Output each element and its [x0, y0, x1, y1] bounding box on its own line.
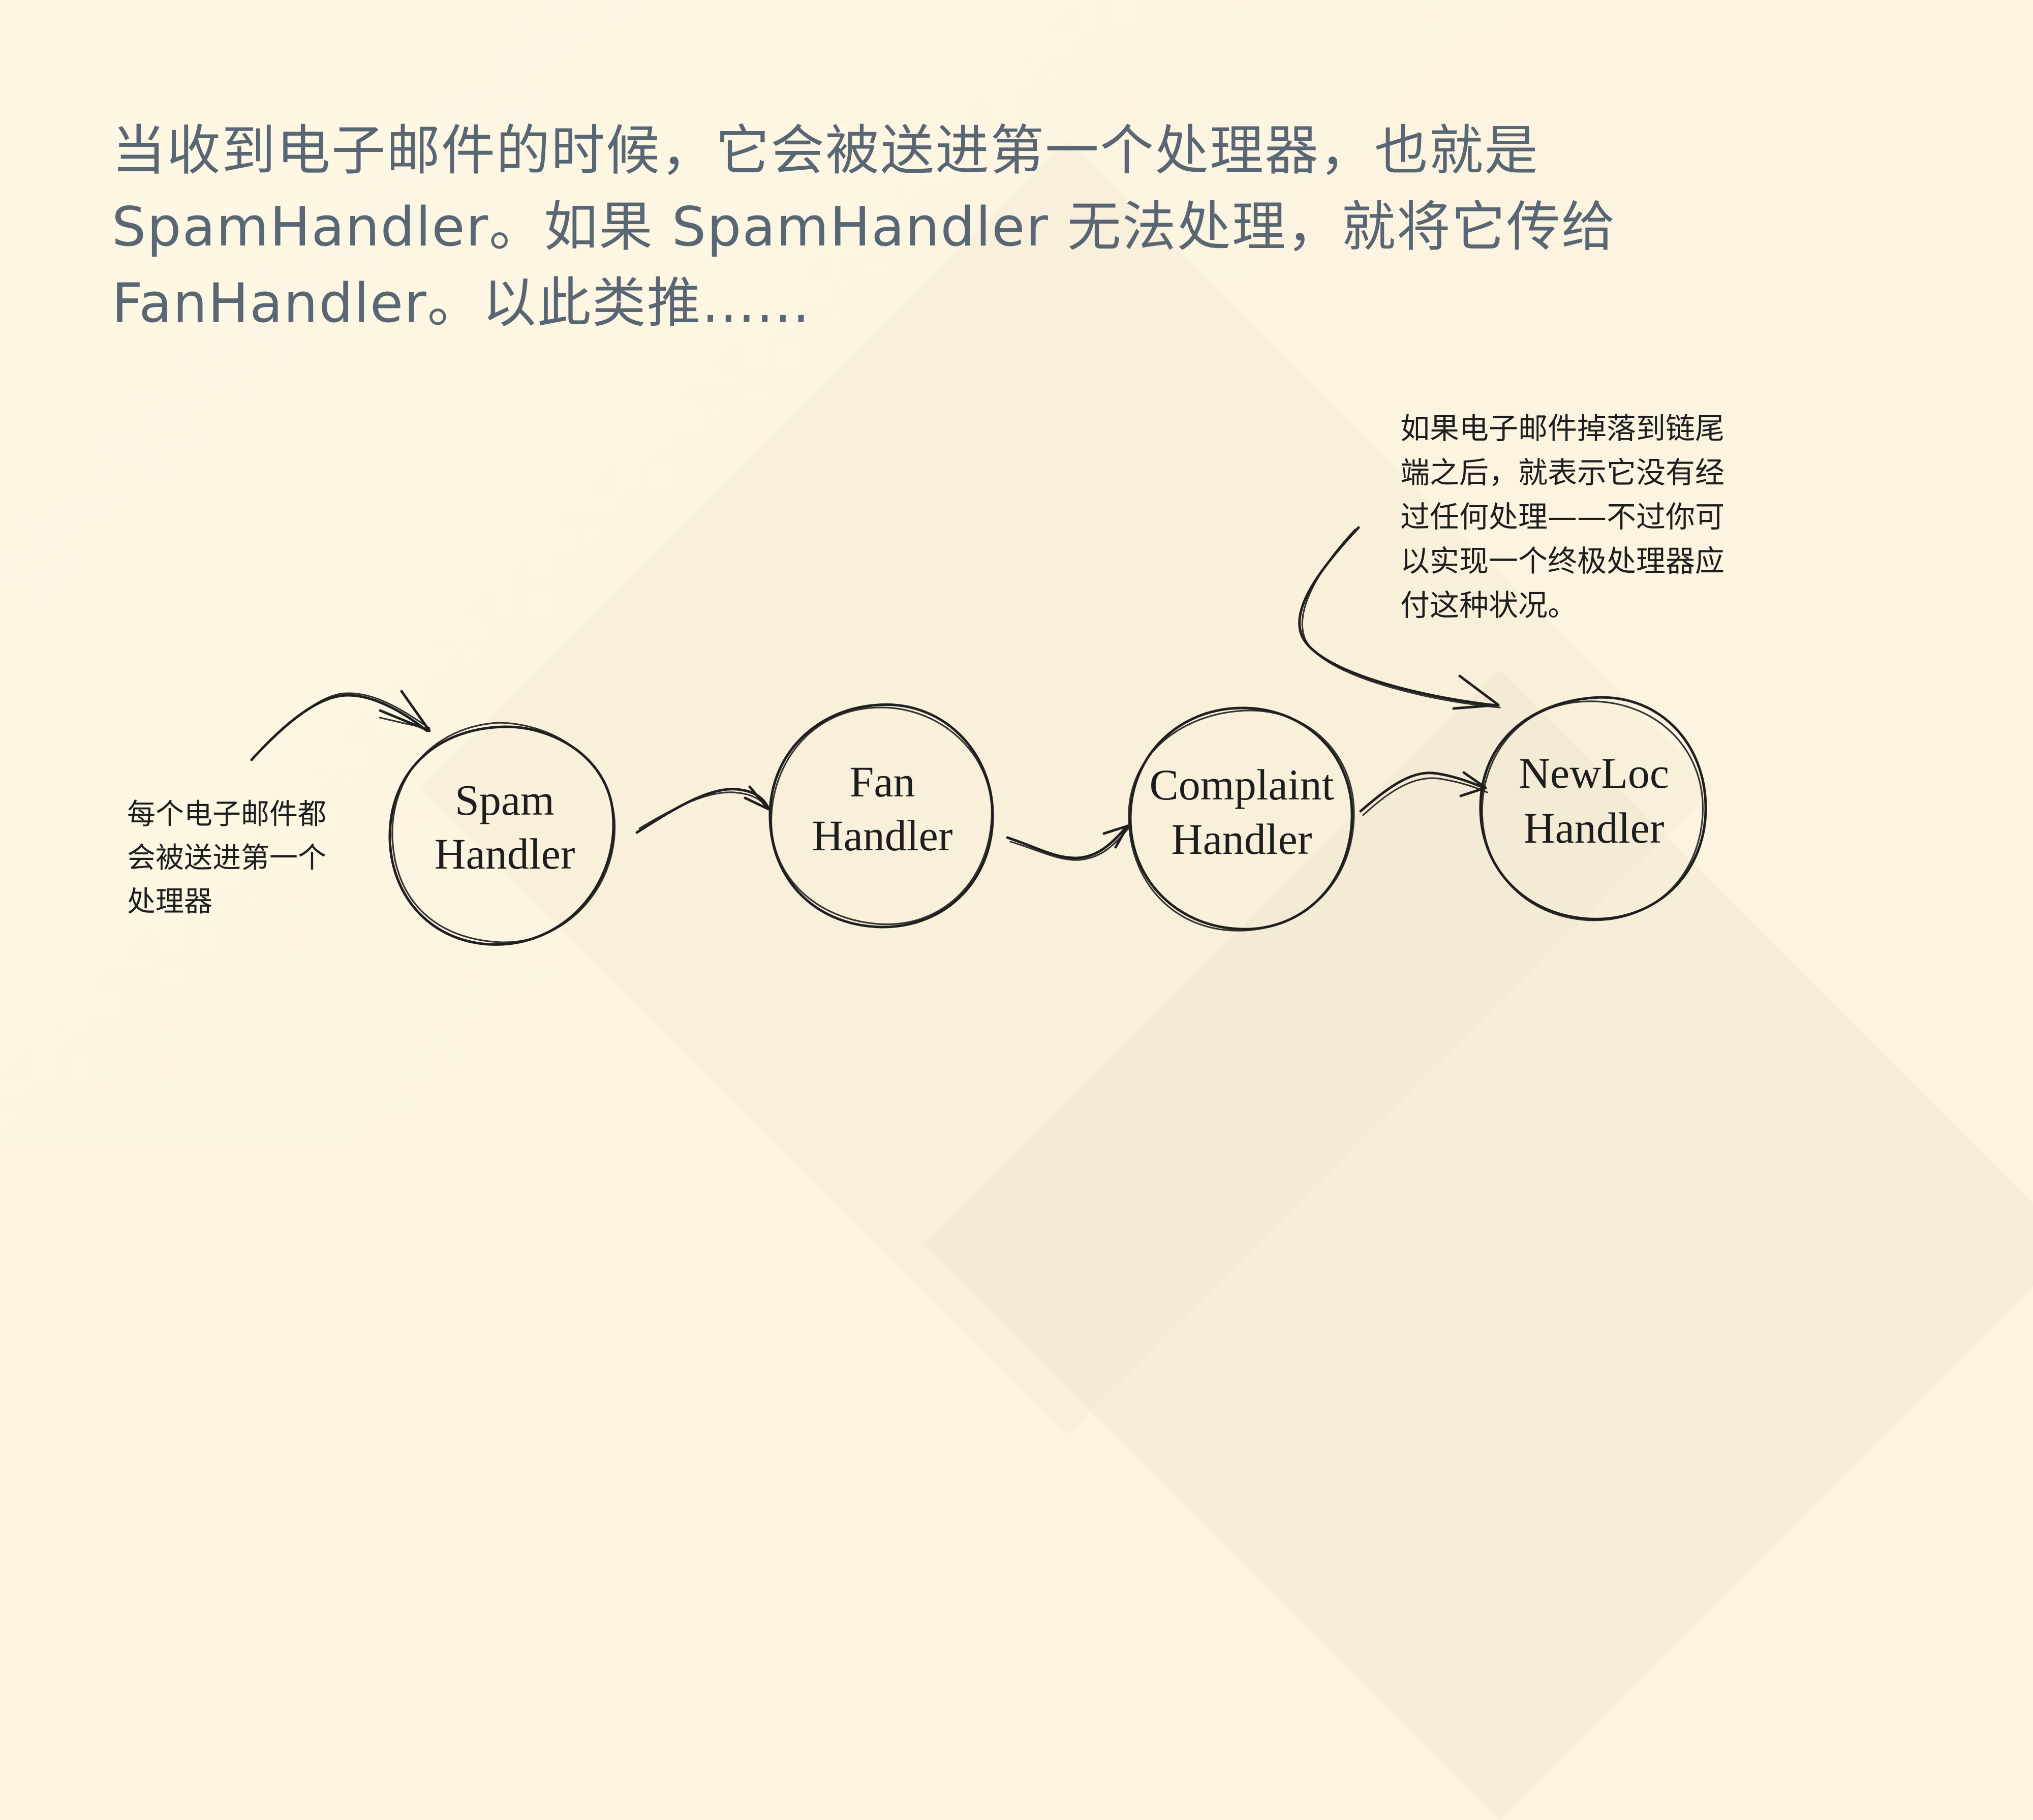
first-handler-note-line-1: 每个电子邮件都 [127, 798, 326, 831]
spam-to-fan-arrow [635, 785, 772, 834]
entry-arrow [250, 690, 431, 761]
spam-handler-line-1: Spam [455, 776, 555, 824]
first-handler-note: 每个电子邮件都 会被送进第一个 处理器 [127, 793, 361, 924]
fan-handler-line-2: Handler [812, 811, 953, 860]
complaint-to-newloc-arrow [1359, 771, 1488, 816]
complaint-handler-line-1: Complaint [1149, 760, 1334, 809]
chain-end-note-line-2: 端之后，就表示它没有经 [1400, 455, 1725, 490]
newloc-handler-node: NewLoc Handler [1479, 696, 1707, 921]
first-handler-note-line-2: 会被送进第一个 [127, 842, 326, 875]
chain-end-note: 如果电子邮件掉落到链尾 端之后，就表示它没有经 过任何处理——不过你可 以实现一… [1400, 407, 1766, 628]
newloc-handler-line-1: NewLoc [1519, 749, 1669, 797]
first-handler-note-line-3: 处理器 [127, 885, 212, 918]
chain-end-note-line-5: 付这种状况。 [1400, 588, 1578, 623]
fan-to-complaint-arrow [1006, 824, 1129, 861]
chain-end-note-line-1: 如果电子邮件掉落到链尾 [1400, 411, 1725, 446]
complaint-handler-line-2: Handler [1172, 815, 1312, 863]
fan-handler-node: Fan Handler [768, 703, 994, 929]
chain-end-note-line-3: 过任何处理——不过你可 [1400, 500, 1725, 534]
chain-end-note-line-4: 以实现一个终极处理器应 [1400, 544, 1725, 578]
spam-handler-node: Spam Handler [388, 722, 616, 946]
complaint-handler-node: Complaint Handler [1128, 706, 1355, 932]
newloc-handler-line-2: Handler [1524, 804, 1665, 852]
spam-handler-line-2: Handler [435, 829, 575, 878]
fan-handler-line-1: Fan [850, 757, 915, 806]
